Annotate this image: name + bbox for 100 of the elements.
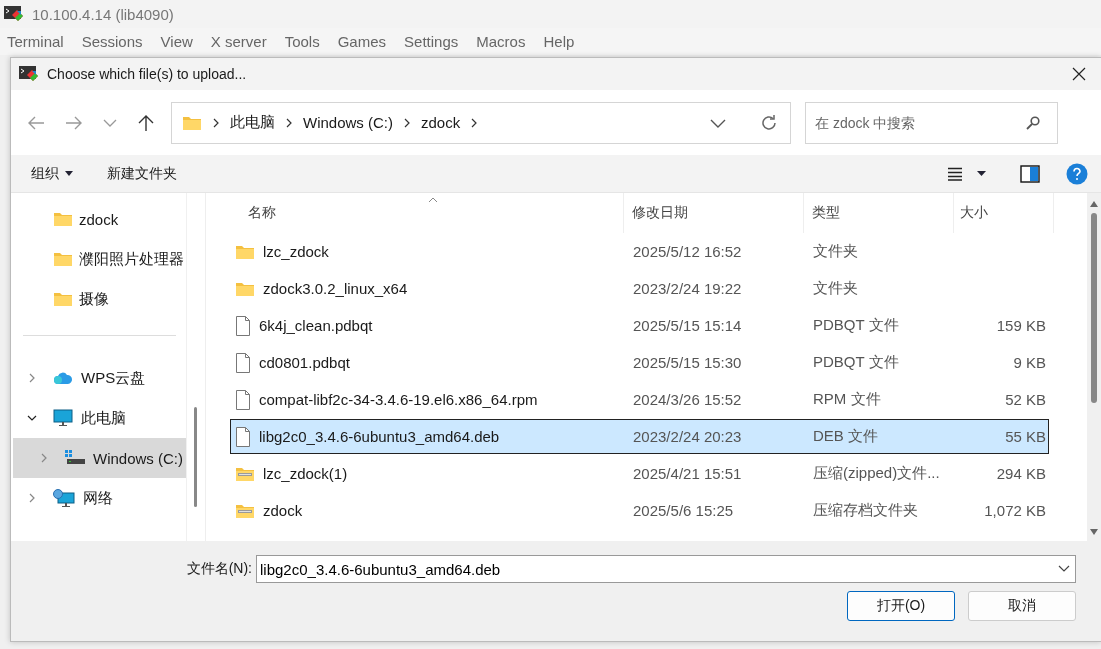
- folder-icon: [53, 251, 73, 267]
- menu-item[interactable]: Macros: [476, 33, 526, 50]
- preview-pane-icon[interactable]: [1020, 164, 1040, 183]
- column-header[interactable]: 大小: [954, 193, 1054, 233]
- search-field[interactable]: 在 zdock 中搜索: [805, 101, 1058, 144]
- column-header[interactable]: 名称: [206, 193, 624, 233]
- file-name: lzc_zdock(1): [263, 465, 348, 482]
- chevron-right-icon[interactable]: [470, 117, 479, 128]
- menu-item[interactable]: X server: [210, 33, 267, 50]
- document-icon: [235, 352, 251, 373]
- file-row[interactable]: libg2c0_3.4.6-6ubuntu3_amd64.deb 2023/2/24 20:23 DEB 文件 55 KB: [230, 419, 1049, 454]
- menu-item[interactable]: Help: [543, 33, 575, 50]
- type-cell-text: PDBQT 文件: [812, 316, 900, 335]
- file-row[interactable]: cd0801.pdbqt 2025/5/15 15:30 PDBQT 文件 9 KB: [230, 345, 1049, 380]
- menu-item[interactable]: Tools: [284, 33, 320, 50]
- filename-label: 文件名(N):: [186, 560, 252, 578]
- menu-item[interactable]: Terminal: [7, 33, 64, 50]
- chevron-down-icon[interactable]: [27, 413, 37, 423]
- chevron-down-icon[interactable]: [710, 117, 726, 128]
- monitor-icon: [53, 409, 73, 427]
- zipped-folder-icon: [235, 465, 255, 482]
- scroll-up-icon[interactable]: [1090, 201, 1098, 207]
- caret-down-icon: [65, 171, 73, 176]
- date-cell-text: 2025/5/15 15:14: [632, 317, 743, 334]
- size-cell-text: 55 KB: [1004, 428, 1046, 445]
- file-row[interactable]: zdock3.0.2_linux_x64 2023/2/24 19:22 文件夹: [230, 271, 1049, 306]
- scroll-down-icon[interactable]: [1090, 529, 1098, 535]
- address-bar[interactable]: 此电脑 Windows (C:) zdock: [171, 101, 791, 144]
- sidebar-item[interactable]: 摄像: [11, 279, 186, 319]
- file-name: zdock3.0.2_linux_x64: [263, 280, 408, 297]
- forward-arrow-icon[interactable]: [65, 114, 83, 131]
- date-cell-text: 2025/4/21 15:51: [632, 465, 743, 482]
- breadcrumb[interactable]: Windows (C:): [303, 114, 393, 131]
- sidebar-item[interactable]: 濮阳照片处理器: [11, 239, 186, 279]
- scrollbar-thumb[interactable]: [1091, 213, 1097, 403]
- dialog-logo-icon: [19, 65, 39, 83]
- breadcrumb[interactable]: zdock: [421, 114, 461, 131]
- menu-item[interactable]: Games: [337, 33, 387, 50]
- type-cell-text: 文件夹: [812, 242, 859, 261]
- size-cell-text: 52 KB: [1004, 391, 1046, 408]
- file-row[interactable]: zdock 2025/5/6 15:25 压缩存档文件夹 1,072 KB: [230, 493, 1049, 528]
- zipped-folder-icon: [235, 502, 255, 519]
- date-cell-text: 2025/5/6 15:25: [632, 502, 735, 519]
- file-row[interactable]: lzc_zdock 2025/5/12 16:52 文件夹: [230, 234, 1049, 269]
- folder-icon: [235, 280, 255, 297]
- filename-field[interactable]: libg2c0_3.4.6-6ubuntu3_amd64.deb: [256, 555, 1076, 583]
- search-icon[interactable]: [1026, 115, 1040, 130]
- document-icon: [235, 426, 251, 447]
- file-row[interactable]: lzc_zdock(1) 2025/4/21 15:51 压缩(zipped)文件... 294 KB: [230, 456, 1049, 491]
- file-name: libg2c0_3.4.6-6ubuntu3_amd64.deb: [259, 428, 500, 445]
- menu-item[interactable]: Settings: [404, 33, 459, 50]
- file-row[interactable]: compat-libf2c-34-3.4.6-19.el6.x86_64.rpm 2024/3/26 15:52 RPM 文件 52 KB: [230, 382, 1049, 417]
- size-cell-text: 9 KB: [1012, 354, 1046, 371]
- breadcrumb[interactable]: 此电脑: [230, 113, 275, 132]
- file-name: compat-libf2c-34-3.4.6-19.el6.x86_64.rpm: [259, 391, 538, 408]
- date-cell-text: 2025/5/12 16:52: [632, 243, 743, 260]
- refresh-icon[interactable]: [760, 113, 778, 132]
- close-icon[interactable]: [1072, 67, 1086, 81]
- type-cell-text: 文件夹: [812, 279, 859, 298]
- chevron-right-icon[interactable]: [403, 117, 411, 128]
- menu-item[interactable]: Sessions: [81, 33, 143, 50]
- cloud-icon: [53, 371, 73, 385]
- file-name: 6k4j_clean.pdbqt: [259, 317, 373, 334]
- scrollbar-thumb[interactable]: [194, 407, 197, 507]
- app-title: 10.100.4.14 (lib4090): [32, 5, 174, 23]
- sidebar-item[interactable]: zdock: [11, 199, 186, 239]
- app-logo-icon: [4, 5, 24, 23]
- folder-icon: [182, 114, 202, 131]
- size-cell-text: 294 KB: [995, 465, 1046, 482]
- file-name: cd0801.pdbqt: [259, 354, 350, 371]
- tree-item[interactable]: Windows (C:): [13, 438, 186, 478]
- date-cell-text: 2023/2/24 20:23: [632, 428, 743, 445]
- file-name: lzc_zdock: [263, 243, 329, 260]
- up-arrow-icon[interactable]: [137, 113, 155, 132]
- size-cell-text: 1,072 KB: [983, 502, 1046, 519]
- chevron-right-icon[interactable]: [285, 117, 293, 128]
- caret-down-icon[interactable]: [977, 171, 986, 176]
- chevron-right-icon[interactable]: [212, 117, 220, 128]
- folder-icon: [235, 243, 255, 260]
- new-folder-button[interactable]: 新建文件夹: [97, 160, 187, 187]
- menu-item[interactable]: View: [160, 33, 193, 50]
- open-button[interactable]: 打开(O): [847, 591, 955, 621]
- tree-item[interactable]: 此电脑: [11, 398, 186, 438]
- cancel-button[interactable]: 取消: [968, 591, 1076, 621]
- back-arrow-icon[interactable]: [27, 114, 45, 131]
- column-header[interactable]: 修改日期: [624, 193, 804, 233]
- network-icon: [53, 489, 75, 507]
- list-view-icon[interactable]: [947, 166, 963, 181]
- help-icon[interactable]: [1066, 162, 1088, 185]
- drive-icon: [65, 450, 85, 466]
- type-cell-text: DEB 文件: [812, 427, 879, 446]
- file-row[interactable]: 6k4j_clean.pdbqt 2025/5/15 15:14 PDBQT 文件 159 KB: [230, 308, 1049, 343]
- type-cell-text: RPM 文件: [812, 390, 882, 409]
- organize-button[interactable]: 组织: [21, 160, 83, 187]
- folder-icon: [53, 211, 73, 227]
- chevron-down-icon[interactable]: [1058, 565, 1070, 573]
- type-cell-text: PDBQT 文件: [812, 353, 900, 372]
- tree-item[interactable]: 网络: [11, 478, 186, 518]
- column-header[interactable]: 类型: [804, 193, 954, 233]
- tree-item[interactable]: WPS云盘: [11, 358, 186, 398]
